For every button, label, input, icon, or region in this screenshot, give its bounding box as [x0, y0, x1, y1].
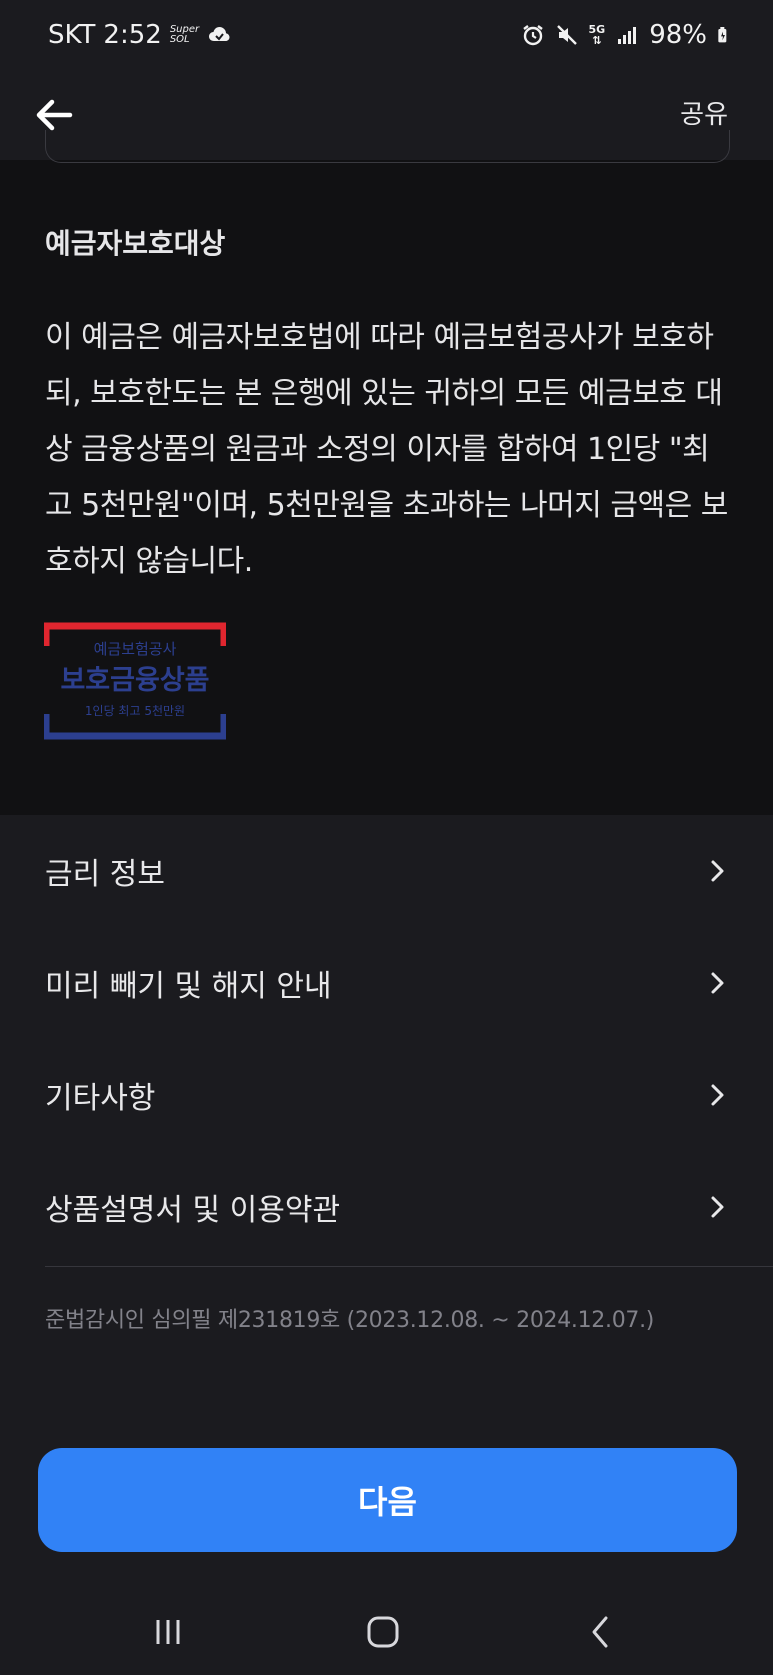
back-icon[interactable]: [580, 1610, 624, 1654]
network-5g-icon: 5G ⇅: [588, 23, 606, 47]
battery-percent: 98%: [649, 20, 707, 50]
chevron-right-icon: [711, 860, 724, 882]
previous-card-edge: [45, 130, 730, 163]
menu-item-label: 미리 빼기 및 해지 안내: [45, 969, 332, 1004]
battery-charging-icon: [718, 27, 727, 43]
status-left: SKT 2:52 Super SOL: [48, 20, 231, 50]
deposit-insurance-logo: 예금보험공사 보호금융상품 1인당 최고 5천만원: [44, 622, 226, 740]
super-sol-icon: Super SOL: [170, 25, 199, 45]
section-body: 이 예금은 예금자보호법에 따라 예금보험공사가 보호하되, 보호한도는 본 은…: [45, 320, 728, 579]
divider: [45, 1266, 773, 1267]
menu-item-other-notes[interactable]: 기타사항: [0, 1039, 773, 1151]
compliance-footnote: 준법감시인 심의필 제231819호 (2023.12.08. ~ 2024.1…: [45, 1308, 655, 1333]
sol-label: SOL: [169, 34, 190, 45]
logo-line1: 예금보험공사: [94, 640, 177, 658]
mute-icon: [556, 25, 577, 45]
cloud-chat-icon: [209, 27, 230, 41]
alarm-icon: [522, 25, 543, 46]
info-menu: 금리 정보 미리 빼기 및 해지 안내 기타사항 상품설명서 및 이용약관: [0, 815, 773, 1263]
deposit-protection-section: 예금자보호대상 이 예금은 예금자보호법에 따라 예금보험공사가 보호하되, 보…: [0, 130, 773, 815]
menu-item-rate-info[interactable]: 금리 정보: [0, 815, 773, 927]
logo-line3: 1인당 최고 5천만원: [85, 703, 185, 718]
menu-item-early-withdrawal[interactable]: 미리 빼기 및 해지 안내: [0, 927, 773, 1039]
next-button[interactable]: 다음: [38, 1448, 737, 1552]
system-nav-bar: [0, 1586, 773, 1675]
menu-item-terms[interactable]: 상품설명서 및 이용약관: [0, 1151, 773, 1263]
section-title: 예금자보호대상: [45, 227, 226, 260]
carrier-label: SKT: [48, 20, 96, 50]
home-icon[interactable]: [361, 1610, 405, 1654]
menu-item-label: 상품설명서 및 이용약관: [45, 1193, 341, 1228]
network-label: 5G: [588, 23, 606, 36]
chevron-right-icon: [711, 1084, 724, 1106]
share-button[interactable]: 공유: [680, 94, 728, 131]
status-bar: SKT 2:52 Super SOL 5G ⇅ 98%: [0, 0, 773, 76]
status-right: 5G ⇅ 98%: [521, 20, 733, 50]
menu-item-label: 금리 정보: [45, 857, 165, 892]
recent-apps-icon[interactable]: [146, 1610, 190, 1654]
menu-item-label: 기타사항: [45, 1081, 156, 1116]
clock: 2:52: [103, 20, 162, 50]
logo-line2: 보호금융상품: [60, 665, 209, 696]
chevron-right-icon: [711, 972, 724, 994]
chevron-right-icon: [711, 1196, 724, 1218]
signal-icon: [618, 27, 637, 44]
